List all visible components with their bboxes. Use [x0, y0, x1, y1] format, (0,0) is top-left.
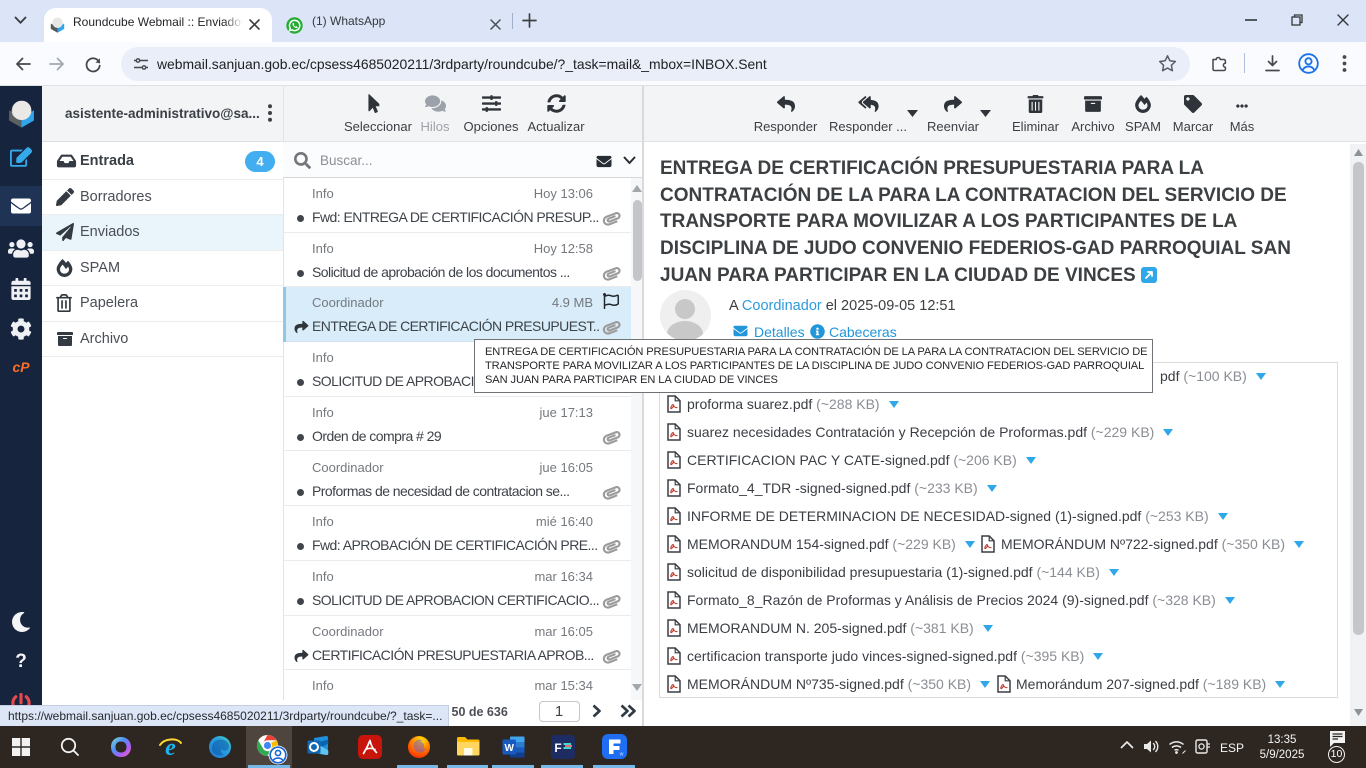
svg-text:W: W [504, 743, 514, 754]
svg-text:F: F [554, 741, 561, 755]
svg-text:w: w [620, 752, 624, 758]
